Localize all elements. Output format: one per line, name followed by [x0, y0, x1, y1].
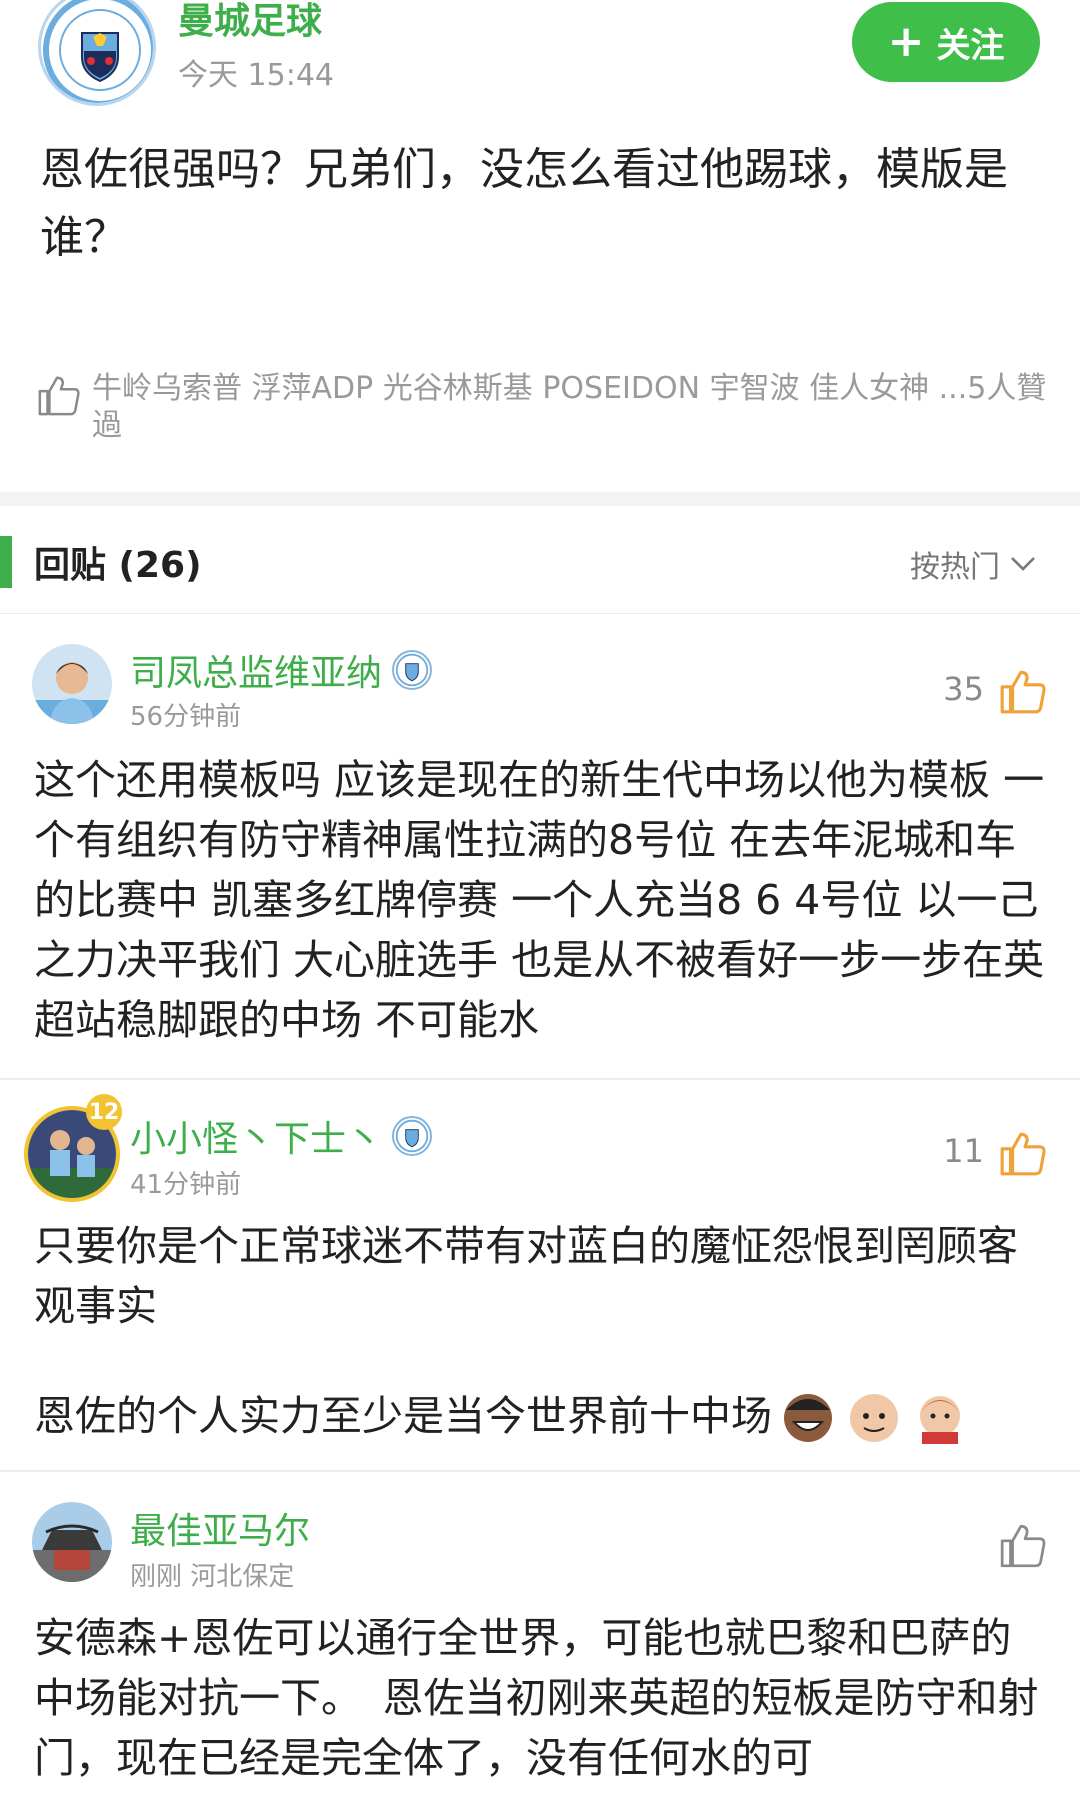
- avatar[interactable]: [32, 644, 112, 724]
- comment-item: 司凤总监维亚纳 56分钟前 35 这个还用模板吗 应该是现在的新生代中场以他为模…: [0, 614, 1080, 1078]
- like-count: 35: [943, 670, 984, 708]
- thinking-face-icon: [920, 1396, 960, 1444]
- thumbs-up-icon[interactable]: [998, 1520, 1048, 1570]
- chevron-down-icon: [1011, 557, 1035, 571]
- level-badge: 12: [86, 1094, 122, 1130]
- comment-author-name: 司凤总监维亚纳: [130, 653, 383, 694]
- sort-dropdown[interactable]: 按热门: [910, 542, 1036, 586]
- comment-text: 只要你是个正常球迷不带有对蓝白的魔怔怨恨到罔顾客观事实: [34, 1222, 1018, 1330]
- comment-author[interactable]: 小小怪丶下士丶: [130, 1110, 433, 1162]
- like-count: 11: [943, 1132, 984, 1170]
- laughing-face-icon: [784, 1394, 832, 1442]
- comment-item: 最佳亚马尔 刚刚 河北保定 安德森+恩佐可以通行全世界，可能也就巴黎和巴萨的中场…: [0, 1472, 1080, 1814]
- bald-face-icon: [850, 1394, 898, 1442]
- post-header: 曼城足球 今天 15:44 + 关注: [0, 0, 1080, 110]
- comment-time: 41分钟前: [130, 1170, 242, 1200]
- section-divider: [0, 492, 1080, 506]
- likers-row[interactable]: 牛岭乌索普 浮萍ADP 光谷林斯基 POSEIDON 宇智波 佳人女神 ...5…: [36, 370, 1046, 450]
- club-badge-icon: [392, 650, 433, 690]
- post-body: 恩佐很强吗？兄弟们，没怎么看过他踢球，模版是谁？: [40, 144, 1008, 263]
- comment-author-name: 小小怪丶下士丶: [130, 1119, 383, 1160]
- thumbs-up-icon[interactable]: [998, 666, 1048, 716]
- club-badge-icon: [392, 1116, 433, 1156]
- comment-time: 56分钟前: [130, 702, 242, 732]
- club-logo-avatar[interactable]: [38, 0, 156, 106]
- comment-item: 12 小小怪丶下士丶 41分钟前 11 只要你是个正常球迷不带有对蓝白的魔怔怨恨…: [0, 1080, 1080, 1470]
- replies-accent-bar: [0, 536, 12, 588]
- follow-label: 关注: [936, 25, 1005, 66]
- comment-text: 这个还用模板吗 应该是现在的新生代中场以他为模板 一个有组织有防守精神属性拉满的…: [34, 756, 1045, 1044]
- thumbs-up-icon[interactable]: [998, 1128, 1048, 1178]
- avatar[interactable]: [32, 1502, 112, 1582]
- comment-time: 刚刚 河北保定: [130, 1562, 295, 1592]
- thumbs-up-icon: [38, 376, 80, 416]
- comment-author[interactable]: 最佳亚马尔: [130, 1502, 310, 1554]
- likers-text: 牛岭乌索普 浮萍ADP 光谷林斯基 POSEIDON 宇智波 佳人女神 ...5…: [92, 371, 1047, 443]
- comment-author[interactable]: 司凤总监维亚纳: [130, 644, 433, 696]
- replies-title: 回贴 (26): [34, 545, 202, 586]
- comment-text: 恩佐的个人实力至少是当今世界前十中场: [34, 1386, 1050, 1446]
- plus-icon: +: [887, 16, 925, 67]
- comment-author-name: 最佳亚马尔: [130, 1511, 311, 1552]
- sort-label: 按热门: [910, 550, 1000, 585]
- follow-button[interactable]: + 关注: [852, 2, 1040, 82]
- emoji-stickers: [778, 1388, 970, 1444]
- comment-text-line: 恩佐的个人实力至少是当今世界前十中场: [34, 1392, 772, 1440]
- comment-text: 安德森+恩佐可以通行全世界，可能也就巴黎和巴萨的中场能对抗一下。 恩佐当初刚来英…: [34, 1614, 1039, 1782]
- post-time: 今天 15:44: [178, 58, 334, 93]
- post-author-name[interactable]: 曼城足球: [178, 0, 322, 44]
- replies-header: 回贴 (26) 按热门: [0, 506, 1080, 614]
